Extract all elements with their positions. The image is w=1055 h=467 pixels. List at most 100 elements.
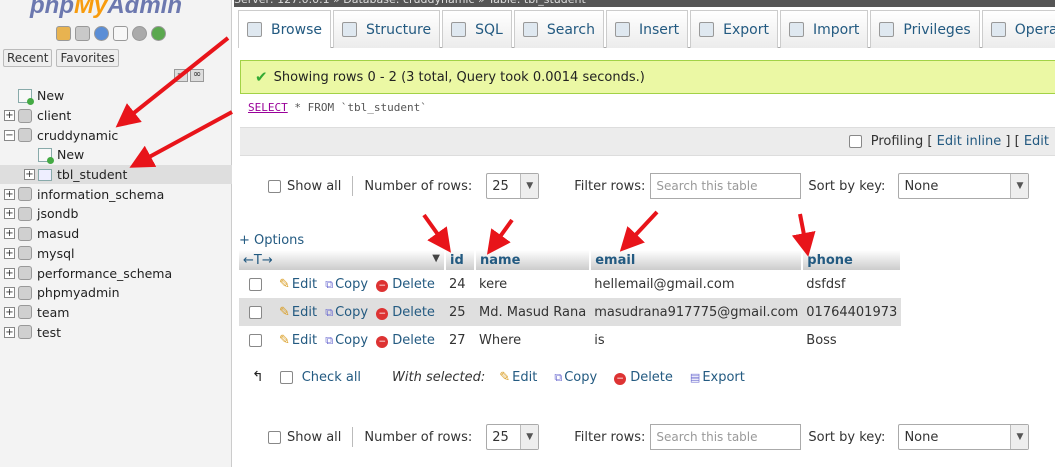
documentation-icon[interactable] (113, 26, 128, 41)
tree-item-masud[interactable]: + masud (0, 224, 232, 244)
phpmyadmin-logo[interactable]: phpMyAdmin (30, 0, 182, 20)
expand-icon[interactable]: + (4, 228, 15, 240)
row-checkbox[interactable] (249, 333, 262, 347)
cell-email[interactable]: hellemail@gmail.com (590, 270, 803, 298)
row-copy-button[interactable]: ⧉ Copy (325, 333, 368, 348)
tree-item-new[interactable]: New (0, 86, 232, 106)
cell-id[interactable]: 24 (445, 270, 475, 298)
bulk-copy-button[interactable]: ⧉ Copy (554, 370, 597, 385)
cell-phone[interactable]: Boss (802, 326, 902, 354)
tree-item-label[interactable]: information_schema (37, 187, 164, 202)
expand-icon[interactable]: + (4, 208, 15, 220)
row-delete-button[interactable]: − Delete (376, 333, 435, 348)
tree-item-phpmyadmin[interactable]: + phpmyadmin (0, 283, 232, 303)
expand-icon[interactable]: + (4, 306, 15, 318)
check-all-label[interactable]: Check all (302, 370, 361, 385)
tree-item-label[interactable]: cruddynamic (37, 128, 118, 143)
tab-structure[interactable]: Structure (332, 10, 441, 48)
cell-phone[interactable]: 01764401973 (802, 298, 902, 326)
row-delete-button[interactable]: − Delete (376, 305, 435, 320)
row-edit-button[interactable]: ✎ Edit (279, 305, 317, 320)
tree-item-jsondb[interactable]: + jsondb (0, 204, 232, 224)
row-edit-button[interactable]: ✎ Edit (279, 277, 317, 292)
expand-icon[interactable]: + (4, 287, 15, 299)
column-header-id[interactable]: id (445, 250, 476, 270)
row-delete-button[interactable]: − Delete (376, 277, 435, 292)
gear-icon[interactable] (132, 26, 147, 41)
tree-item-mysql[interactable]: + mysql (0, 244, 232, 264)
triangle-down-icon[interactable]: ▼ (432, 253, 440, 264)
tab-export[interactable]: Export (690, 10, 778, 48)
tab-sql[interactable]: SQL (442, 10, 512, 48)
edit-query-link[interactable]: Edit (1024, 134, 1049, 149)
expand-icon[interactable]: + (4, 188, 15, 200)
tree-item-team[interactable]: + team (0, 303, 232, 323)
cell-name[interactable]: Where (475, 326, 591, 354)
tree-item-tbl-student[interactable]: + tbl_student (0, 164, 232, 185)
profiling-checkbox[interactable] (848, 135, 862, 148)
sort-select[interactable]: None ▼ (898, 424, 1030, 450)
rows-select[interactable]: 25 ▼ (486, 173, 540, 199)
row-checkbox[interactable] (249, 305, 262, 319)
cell-email[interactable]: masudrana917775@gmail.com (590, 298, 803, 326)
tree-item-label[interactable]: tbl_student (57, 167, 127, 182)
bulk-edit-button[interactable]: ✎ Edit (499, 370, 537, 385)
cell-name[interactable]: kere (475, 270, 591, 298)
link-with-main-icon[interactable]: ∞ (190, 69, 204, 82)
column-header-email[interactable]: email (590, 250, 804, 270)
show-all-checkbox[interactable] (268, 179, 281, 193)
column-resize-control[interactable]: ←T→ (243, 253, 273, 268)
tab-search[interactable]: Search (513, 10, 604, 48)
tab-recent[interactable]: Recent (3, 49, 53, 67)
expand-icon[interactable]: + (4, 267, 15, 279)
tree-item-new[interactable]: New (0, 145, 232, 165)
tree-item-performance-schema[interactable]: + performance_schema (0, 263, 232, 283)
tab-operations[interactable]: Opera (981, 10, 1055, 48)
column-header-phone[interactable]: phone (802, 250, 903, 270)
expand-icon[interactable]: + (4, 110, 15, 122)
home-icon[interactable] (56, 26, 71, 41)
cell-phone[interactable]: dsfdsf (802, 270, 902, 298)
tree-item-label[interactable]: masud (37, 226, 79, 241)
bulk-export-button[interactable]: ▤ Export (690, 370, 745, 385)
cell-name[interactable]: Md. Masud Rana (475, 298, 591, 326)
cell-email[interactable]: is (590, 326, 803, 354)
tab-privileges[interactable]: Privileges (870, 10, 980, 48)
tree-item-information-schema[interactable]: + information_schema (0, 184, 232, 204)
tree-item-client[interactable]: + client (0, 106, 232, 126)
tab-favorites[interactable]: Favorites (56, 49, 119, 67)
expand-icon[interactable]: + (24, 169, 35, 181)
rows-select[interactable]: 25 ▼ (486, 424, 540, 450)
collapse-all-icon[interactable]: − (174, 69, 188, 82)
tree-item-label[interactable]: test (37, 325, 61, 340)
show-all-label[interactable]: Show all (287, 430, 341, 445)
row-edit-button[interactable]: ✎ Edit (279, 333, 317, 348)
edit-inline-link[interactable]: Edit inline (937, 134, 1002, 149)
tree-item-cruddynamic[interactable]: − cruddynamic (0, 125, 232, 145)
sql-keyword-link[interactable]: SELECT (248, 101, 288, 114)
tree-item-label[interactable]: client (37, 108, 71, 123)
row-checkbox[interactable] (249, 277, 262, 291)
options-link[interactable]: + Options (239, 233, 304, 248)
cell-id[interactable]: 25 (445, 298, 475, 326)
expand-icon[interactable]: + (4, 326, 15, 338)
cell-id[interactable]: 27 (445, 326, 475, 354)
tree-item-label[interactable]: jsondb (37, 206, 78, 221)
show-all-checkbox[interactable] (268, 430, 281, 444)
tree-item-label[interactable]: team (37, 305, 69, 320)
tree-item-test[interactable]: + test (0, 322, 232, 342)
tree-item-label[interactable]: phpmyadmin (37, 285, 120, 300)
tree-item-label[interactable]: New (37, 88, 64, 103)
filter-input[interactable]: Search this table (650, 424, 802, 450)
tab-import[interactable]: Import (779, 10, 869, 48)
tree-item-label[interactable]: New (57, 147, 84, 162)
expand-icon[interactable]: + (4, 247, 15, 259)
column-header-name[interactable]: name (475, 250, 592, 270)
logout-icon[interactable] (75, 26, 90, 41)
help-icon[interactable] (94, 26, 109, 41)
tab-insert[interactable]: Insert (605, 10, 689, 48)
reload-icon[interactable] (151, 26, 166, 41)
sort-select[interactable]: None ▼ (898, 173, 1030, 199)
collapse-icon[interactable]: − (4, 129, 15, 141)
check-all-checkbox[interactable] (279, 370, 293, 384)
